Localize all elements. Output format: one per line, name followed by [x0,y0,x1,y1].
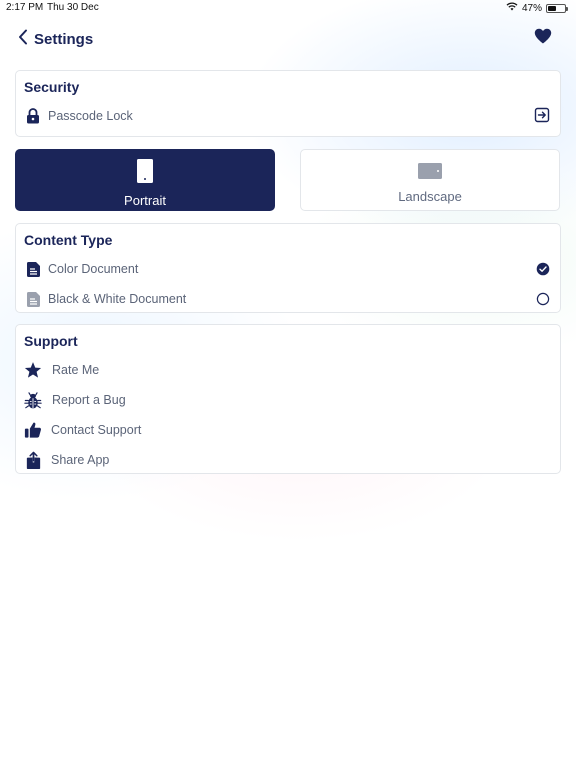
landscape-label: Landscape [398,189,462,204]
rate-me-row[interactable]: Rate Me [24,356,552,384]
security-title: Security [24,79,80,95]
status-indicators: 47% [506,2,568,14]
landscape-device-icon [417,162,443,185]
color-document-label: Color Document [48,262,139,276]
content-type-title: Content Type [24,232,113,248]
star-icon [24,361,42,379]
share-app-label: Share App [51,453,110,467]
content-type-card: Content Type Color Document Black & Whit… [15,223,561,313]
lock-icon [24,107,42,125]
bw-document-icon [24,290,42,308]
arrow-right-box-icon[interactable] [534,107,550,128]
bw-document-label: Black & White Document [48,292,187,306]
bw-document-option[interactable]: Black & White Document [24,285,552,313]
passcode-lock-label: Passcode Lock [48,109,133,123]
support-title: Support [24,333,78,349]
contact-support-label: Contact Support [51,423,142,437]
support-card: Support Rate Me Report a Bug Contact Sup… [15,324,561,474]
color-document-icon [24,260,42,278]
status-date: Thu 30 Dec [47,2,99,13]
color-document-option[interactable]: Color Document [24,255,552,283]
security-card: Security Passcode Lock [15,70,561,137]
report-bug-label: Report a Bug [52,393,126,407]
rate-me-label: Rate Me [52,363,100,377]
share-app-row[interactable]: Share App [24,446,552,474]
passcode-lock-row[interactable]: Passcode Lock [24,102,552,130]
share-icon [24,451,42,469]
favorite-button[interactable] [534,28,552,49]
empty-circle-icon [536,292,550,311]
battery-percent: 47% [521,2,542,14]
wifi-icon [506,2,518,14]
landscape-button[interactable]: Landscape [300,149,560,211]
status-bar: 2:17 PM Thu 30 Dec 47% [0,0,576,16]
battery-icon [546,3,568,13]
status-time: 2:17 PM [6,2,44,13]
checkmark-circle-icon [536,262,550,281]
page-title: Settings [34,31,94,48]
portrait-label: Portrait [124,193,166,208]
bug-icon [24,391,42,409]
navigation-bar: Settings [0,20,576,58]
portrait-device-icon [136,158,154,189]
chevron-left-icon [18,29,28,50]
contact-support-row[interactable]: Contact Support [24,416,552,444]
report-bug-row[interactable]: Report a Bug [24,386,552,414]
thumbs-up-icon [24,421,42,439]
portrait-button[interactable]: Portrait [15,149,275,211]
back-button[interactable]: Settings [18,29,93,50]
battery-fill [548,5,556,11]
heart-icon [534,28,552,48]
